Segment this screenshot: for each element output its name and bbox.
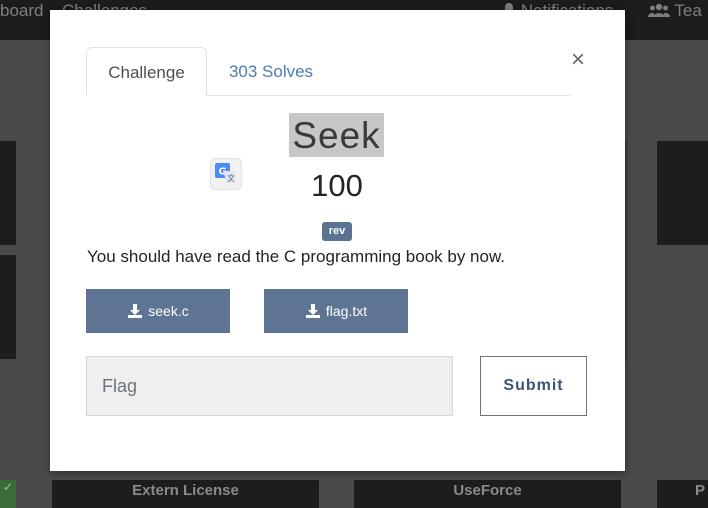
nav-team-link[interactable]: Tea (648, 0, 702, 22)
challenge-card-label: Extern License (132, 482, 239, 499)
challenge-card[interactable] (0, 141, 16, 245)
category-tag: rev (322, 222, 352, 241)
nav-scoreboard-link[interactable]: board (0, 0, 43, 22)
challenge-card[interactable]: UseForce (354, 480, 621, 508)
tab-challenge[interactable]: Challenge (86, 47, 207, 96)
tab-solves[interactable]: 303 Solves (216, 47, 326, 95)
challenge-card[interactable] (657, 141, 708, 245)
challenge-modal: Challenge 303 Solves × G 文 Seek 100 rev … (50, 10, 625, 471)
challenge-title: Seek (289, 113, 384, 157)
challenge-card[interactable]: P (657, 480, 708, 508)
challenge-card-label: P (695, 482, 706, 499)
file-name: flag.txt (325, 303, 368, 319)
close-icon[interactable]: × (566, 48, 590, 72)
challenge-card-label: UseForce (453, 482, 522, 499)
submit-button[interactable]: Submit (480, 356, 587, 416)
challenge-description: You should have read the C programming b… (87, 247, 506, 266)
users-icon (648, 3, 670, 17)
download-icon (305, 304, 320, 318)
team-label: Tea (674, 1, 702, 20)
challenge-card[interactable]: Extern License (52, 480, 319, 508)
file-download-button[interactable]: flag.txt (264, 289, 408, 333)
svg-text:文: 文 (227, 173, 235, 183)
download-icon (128, 304, 143, 318)
file-name: seek.c (148, 303, 189, 319)
challenge-card[interactable] (0, 255, 16, 359)
solved-badge: ✓ (0, 480, 16, 508)
google-translate-icon[interactable]: G 文 (210, 158, 242, 190)
challenge-value: 100 (311, 168, 363, 203)
translate-icon: G 文 (215, 163, 235, 183)
file-download-button[interactable]: seek.c (86, 289, 230, 333)
flag-input[interactable] (86, 356, 453, 416)
divider (625, 141, 627, 361)
